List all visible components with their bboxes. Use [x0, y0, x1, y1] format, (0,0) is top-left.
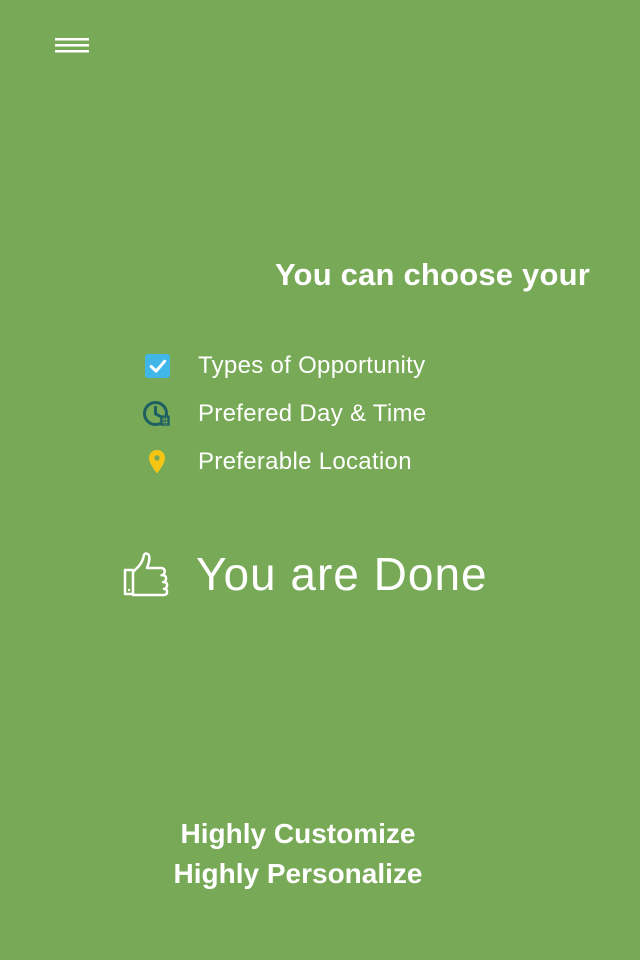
thumbs-up-icon [120, 547, 174, 601]
checkbox-checked-icon [136, 350, 178, 382]
onboarding-screen: You can choose your Types of Opportunity [0, 0, 640, 960]
tagline-customize: Highly Customize [180, 818, 416, 849]
heading-container: You can choose your [0, 254, 590, 296]
option-prefered-day-time: Prefered Day & Time [136, 390, 496, 438]
option-label: Prefered Day & Time [198, 400, 427, 427]
page-title: You can choose your [274, 257, 590, 292]
options-list: Types of Opportunity Prefered Day & Time [136, 342, 496, 486]
option-preferable-location: Preferable Location [136, 438, 496, 486]
done-label: You are Done [196, 548, 488, 600]
location-pin-icon [136, 446, 178, 478]
hamburger-menu-icon [55, 38, 89, 53]
tagline-personalize: Highly Personalize [173, 858, 423, 889]
clock-calendar-icon [136, 398, 178, 430]
option-label: Preferable Location [198, 448, 412, 475]
option-label: Types of Opportunity [198, 352, 426, 379]
option-types-of-opportunity: Types of Opportunity [136, 342, 496, 390]
menu-button[interactable] [48, 28, 96, 62]
done-row: You are Done [120, 542, 488, 606]
